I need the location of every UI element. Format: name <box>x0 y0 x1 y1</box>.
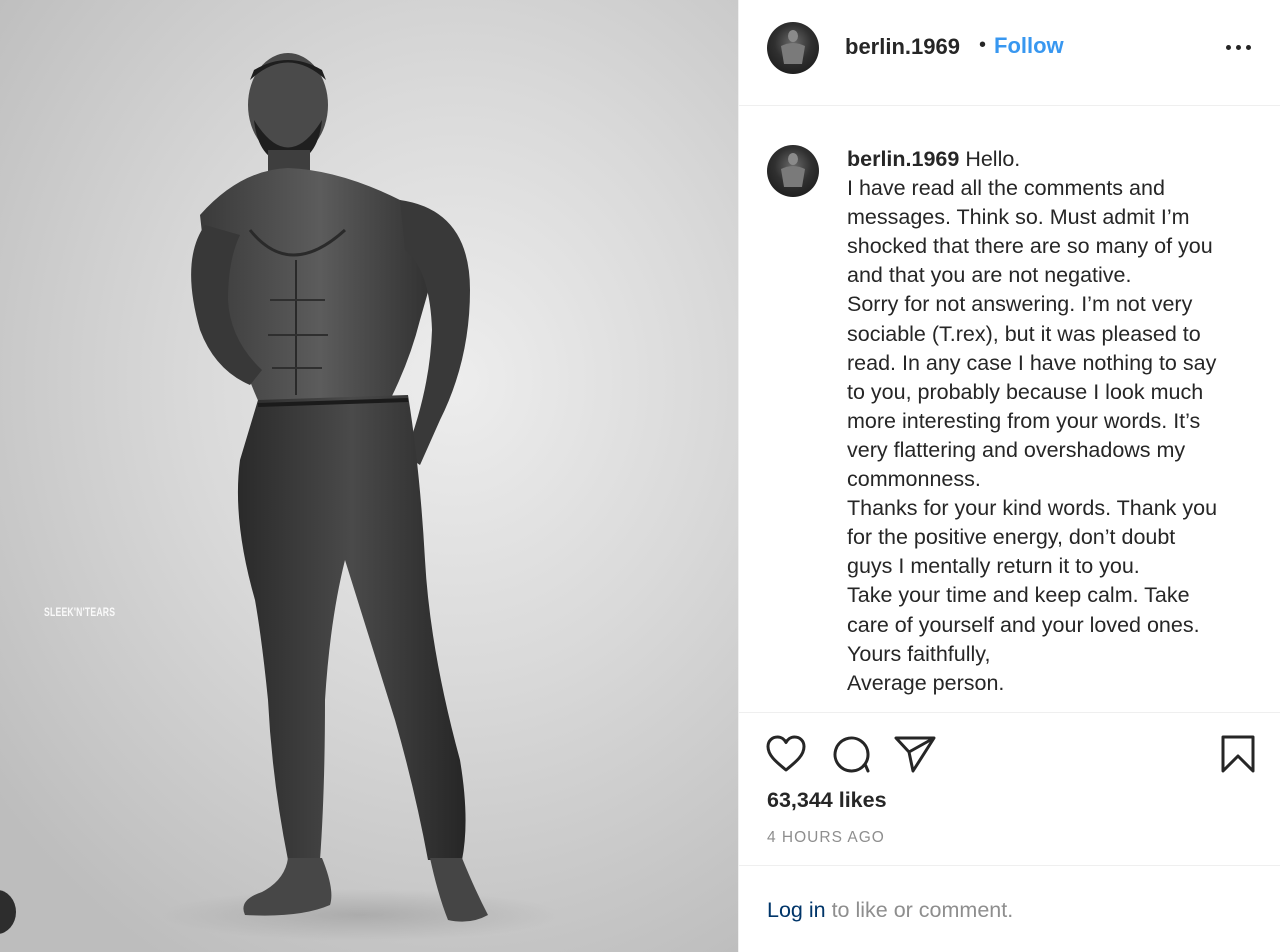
follow-button[interactable]: Follow <box>994 33 1064 59</box>
caption-line: I have read all the comments and <box>847 176 1165 201</box>
caption-line: Sorry for not answering. I’m not very <box>847 292 1193 317</box>
caption-line: sociable (T.rex), but it was pleased to <box>847 321 1201 346</box>
avatar-figure-icon <box>781 153 805 187</box>
caption-line: messages. Think so. Must admit I’m <box>847 205 1190 230</box>
caption-line: Thanks for your kind words. Thank you <box>847 496 1218 521</box>
man-figure-illustration <box>160 53 560 941</box>
share-icon[interactable] <box>893 734 937 774</box>
like-count[interactable]: 63,344 likes <box>767 788 887 813</box>
caption-line: Average person. <box>847 670 1005 695</box>
caption-first-line: berlin.1969 Hello. <box>847 145 1267 174</box>
caption-line: shocked that there are so many of you <box>847 234 1213 259</box>
more-dot-icon <box>1226 45 1231 50</box>
post-header: berlin.1969 • Follow <box>739 0 1280 106</box>
caption-text: berlin.1969 Hello. I have read all the c… <box>847 145 1267 698</box>
avatar-figure-icon <box>781 30 805 64</box>
bookmark-icon[interactable] <box>1220 734 1256 774</box>
post-actions: 63,344 likes 4 HOURS AGO <box>739 714 1280 866</box>
more-dot-icon <box>1236 45 1241 50</box>
photo-watermark: SLEEK'N'TEARS <box>44 605 116 619</box>
caption-line: care of yourself and your loved ones. <box>847 612 1200 637</box>
caption-line: guys I mentally return it to you. <box>847 554 1140 579</box>
login-link[interactable]: Log in <box>767 898 826 922</box>
caption-line: commonness. <box>847 467 981 492</box>
more-dot-icon <box>1246 45 1251 50</box>
caption-line: to you, probably because I look much <box>847 379 1204 404</box>
caption-line: read. In any case I have nothing to say <box>847 350 1217 375</box>
header-username-link[interactable]: berlin.1969 <box>845 34 960 60</box>
avatar[interactable] <box>767 22 819 74</box>
comment-icon[interactable] <box>831 734 871 774</box>
caption-line: very flattering and overshadows my <box>847 437 1186 462</box>
caption-line: more interesting from your words. It’s <box>847 408 1201 433</box>
avatar[interactable] <box>767 145 819 197</box>
post-photo[interactable]: SLEEK'N'TEARS <box>0 0 738 952</box>
caption-line: Yours faithfully, <box>847 641 991 666</box>
caption-line: and that you are not negative. <box>847 263 1132 288</box>
post-timestamp[interactable]: 4 HOURS AGO <box>767 829 885 847</box>
post-side-panel: berlin.1969 • Follow berlin.1969 Hello. … <box>738 0 1280 952</box>
caption-line: Hello. <box>959 147 1021 171</box>
heart-icon[interactable] <box>765 734 807 774</box>
separator-dot: • <box>979 34 987 56</box>
login-prompt: Log in to like or comment. <box>767 898 1013 923</box>
more-options-button[interactable] <box>1225 40 1255 54</box>
caption-line: for the positive energy, don’t doubt <box>847 525 1176 550</box>
caption-section: berlin.1969 Hello. I have read all the c… <box>739 107 1280 713</box>
caption-line: Take your time and keep calm. Take <box>847 583 1190 608</box>
caption-username-link[interactable]: berlin.1969 <box>847 147 959 171</box>
login-prompt-text: to like or comment. <box>825 898 1014 922</box>
